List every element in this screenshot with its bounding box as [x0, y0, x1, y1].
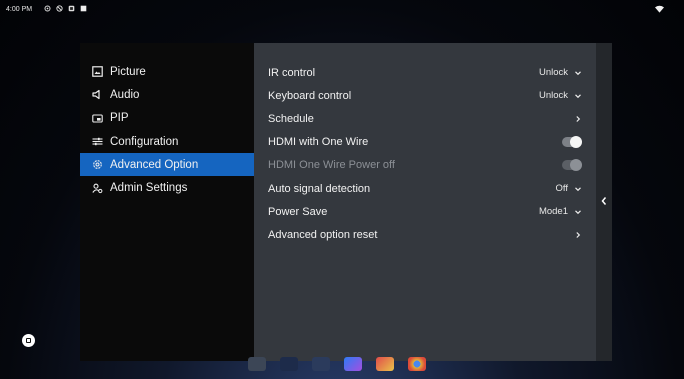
app-grid-icon[interactable] [376, 357, 394, 371]
ir-control-dropdown[interactable]: Unlock [539, 67, 582, 78]
sidebar-item-audio[interactable]: Audio [80, 83, 254, 106]
sidebar-item-label: Admin Settings [110, 182, 188, 195]
setting-label: IR control [268, 66, 316, 79]
setting-value: Mode1 [538, 206, 568, 218]
home-button[interactable] [22, 334, 35, 347]
setting-hdmi-one-wire[interactable]: HDMI with One Wire [254, 131, 596, 154]
play-store-icon[interactable] [344, 357, 362, 371]
settings-list: IR control Unlock Keyboard control Unloc… [254, 43, 596, 361]
app-1-icon[interactable] [248, 357, 266, 371]
setting-keyboard-control[interactable]: Keyboard control Unlock [254, 84, 596, 107]
settings-icon[interactable] [312, 357, 330, 371]
setting-advanced-option-reset[interactable]: Advanced option reset [254, 223, 596, 246]
hdmi-one-wire-toggle[interactable] [562, 136, 582, 149]
admin-icon [91, 182, 103, 194]
status-icons [44, 5, 87, 12]
keyboard-control-dropdown[interactable]: Unlock [539, 90, 582, 101]
power-save-dropdown[interactable]: Mode1 [539, 206, 582, 217]
setting-label: HDMI One Wire Power off [268, 159, 395, 172]
sliders-icon [91, 136, 103, 148]
setting-schedule[interactable]: Schedule [254, 107, 596, 130]
chevron-right-icon [576, 116, 581, 122]
status-time: 4:00 PM [6, 6, 33, 13]
setting-label: Keyboard control [268, 89, 352, 102]
sidebar-item-label: Configuration [110, 135, 179, 148]
sidebar-item-configuration[interactable]: Configuration [80, 130, 254, 153]
sidebar-item-pip[interactable]: PIP [80, 107, 254, 130]
notification-status-icon [68, 5, 75, 12]
setting-ir-control[interactable]: IR control Unlock [254, 61, 596, 84]
chevron-down-icon [575, 210, 581, 214]
pip-icon [91, 112, 103, 124]
sidebar-item-admin-settings[interactable]: Admin Settings [80, 176, 254, 199]
chevron-down-icon [575, 94, 581, 98]
sidebar: Picture Audio PIP Configuration Advanced… [80, 43, 254, 361]
gear-icon [91, 159, 103, 171]
setting-auto-signal-detection[interactable]: Auto signal detection Off [254, 177, 596, 200]
setting-hdmi-one-wire-power-off: HDMI One Wire Power off [254, 154, 596, 177]
sidebar-item-label: Advanced Option [110, 158, 199, 171]
chevron-left-icon[interactable] [600, 196, 608, 206]
sidebar-item-picture[interactable]: Picture [80, 60, 254, 83]
sidebar-item-advanced-option[interactable]: Advanced Option [80, 153, 254, 177]
sidebar-item-label: PIP [110, 112, 129, 125]
setting-label: HDMI with One Wire [268, 136, 369, 149]
hdmi-one-wire-power-off-toggle [562, 159, 582, 172]
picture-icon [91, 66, 103, 78]
chevron-down-icon [575, 70, 581, 75]
setting-label: Power Save [268, 205, 328, 218]
setting-value: Off [555, 183, 569, 195]
sidebar-item-label: Audio [110, 88, 140, 101]
folder-icon[interactable] [280, 357, 298, 371]
auto-signal-detection-dropdown[interactable]: Off [556, 183, 583, 194]
speaker-icon [91, 89, 103, 101]
square-status-icon [80, 5, 87, 12]
toggle-knob [570, 136, 582, 149]
setting-label: Auto signal detection [268, 182, 371, 195]
setting-label: Schedule [268, 112, 314, 125]
status-bar: 4:00 PM [0, 0, 684, 22]
settings-panel: Picture Audio PIP Configuration Advanced… [80, 43, 612, 361]
chevron-down-icon [575, 186, 581, 191]
chrome-icon[interactable] [408, 357, 426, 371]
setting-value: Unlock [538, 90, 568, 102]
chevron-right-icon [576, 231, 581, 238]
setting-value: Unlock [538, 67, 568, 79]
wifi-icon [655, 5, 664, 13]
block-status-icon [56, 5, 63, 12]
gear-status-icon [44, 5, 51, 12]
setting-power-save[interactable]: Power Save Mode1 [254, 200, 596, 223]
sidebar-item-label: Picture [110, 65, 146, 78]
toggle-knob [570, 159, 582, 172]
setting-label: Advanced option reset [268, 228, 378, 241]
app-dock [248, 357, 443, 379]
sidebar-menu: Picture Audio PIP Configuration Advanced… [80, 60, 254, 200]
